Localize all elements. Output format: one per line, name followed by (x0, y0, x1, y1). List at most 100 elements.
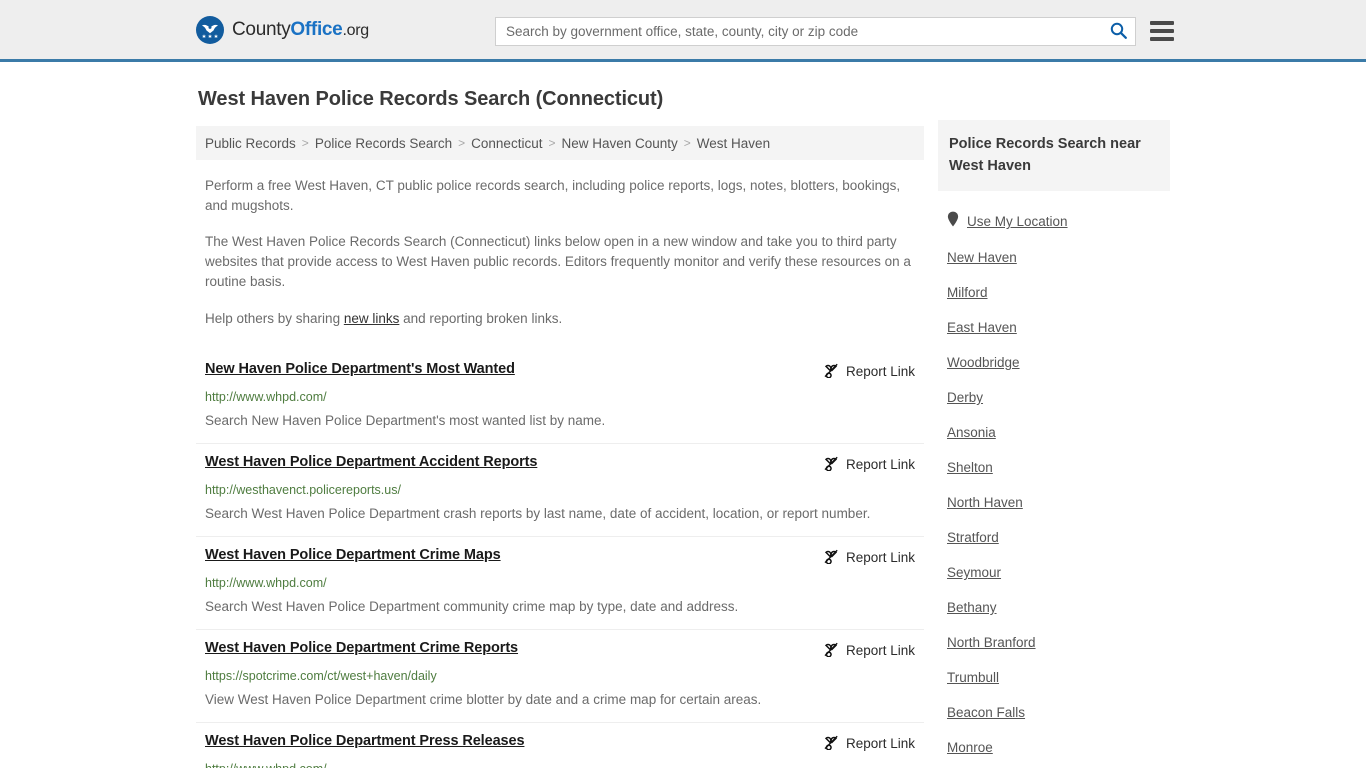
link-header-row: West Haven Police Department Crime Repor… (205, 640, 915, 660)
site-logo-text: CountyOffice.org (232, 19, 369, 41)
main-content: Public Records > Police Records Search >… (196, 126, 924, 768)
list-item: Monroe (947, 722, 1170, 757)
intro-paragraph-3: Help others by sharing new links and rep… (205, 309, 915, 329)
menu-bar-1 (1150, 21, 1174, 25)
sidebar-item-north-haven[interactable]: North Haven (947, 477, 1023, 510)
use-my-location-row[interactable]: Use My Location (947, 191, 1170, 232)
list-item: Ansonia (947, 407, 1170, 442)
search-bar[interactable] (495, 17, 1136, 46)
record-link-url[interactable]: http://westhavenct.policereports.us/ (205, 483, 915, 497)
breadcrumb-item-new-haven-county[interactable]: New Haven County (561, 136, 677, 151)
list-item: West Haven Police Department Crime Maps … (196, 536, 924, 629)
list-item: Trumbull (947, 652, 1170, 687)
list-item: Beacon Falls (947, 687, 1170, 722)
menu-bar-2 (1150, 29, 1174, 33)
broken-link-icon (823, 641, 839, 660)
sidebar-item-derby[interactable]: Derby (947, 372, 983, 405)
report-link-label: Report Link (845, 457, 915, 472)
breadcrumb-item-public-records[interactable]: Public Records (205, 136, 296, 151)
search-button[interactable] (1101, 18, 1135, 45)
record-link-url[interactable]: http://www.whpd.com/ (205, 762, 915, 768)
link-header-row: New Haven Police Department's Most Wante… (205, 361, 915, 381)
sidebar-item-trumbull[interactable]: Trumbull (947, 652, 999, 685)
report-link-label: Report Link (845, 550, 915, 565)
sidebar-item-woodbridge[interactable]: Woodbridge (947, 337, 1020, 370)
breadcrumb-separator: > (683, 136, 691, 150)
sidebar-item-stratford[interactable]: Stratford (947, 512, 999, 545)
report-link-label: Report Link (845, 643, 915, 658)
page-title: West Haven Police Records Search (Connec… (198, 88, 664, 110)
site-logo-link[interactable]: CountyOffice.org (196, 15, 369, 44)
link-header-row: West Haven Police Department Crime Maps … (205, 547, 915, 567)
breadcrumb-item-police-records-search[interactable]: Police Records Search (315, 136, 452, 151)
list-item: East Haven (947, 302, 1170, 337)
broken-link-icon (823, 362, 839, 381)
sidebar-item-monroe[interactable]: Monroe (947, 722, 993, 755)
list-item: Milford (947, 267, 1170, 302)
list-item: Bethany (947, 582, 1170, 617)
nearby-sidebar: Police Records Search near West Haven Us… (938, 120, 1170, 757)
list-item: West Haven Police Department Accident Re… (196, 443, 924, 536)
record-link-url[interactable]: http://www.whpd.com/ (205, 390, 915, 404)
sidebar-item-beacon-falls[interactable]: Beacon Falls (947, 687, 1025, 720)
link-header-row: West Haven Police Department Accident Re… (205, 454, 915, 474)
records-link-list: New Haven Police Department's Most Wante… (196, 351, 924, 768)
report-link-button[interactable]: Report Link (823, 455, 915, 474)
link-header-row: West Haven Police Department Press Relea… (205, 733, 915, 753)
use-my-location-link[interactable]: Use My Location (967, 214, 1068, 229)
search-input[interactable] (496, 18, 1101, 45)
intro-paragraph-2: The West Haven Police Records Search (Co… (205, 234, 911, 289)
record-link-url[interactable]: https://spotcrime.com/ct/west+haven/dail… (205, 669, 915, 683)
map-pin-icon (947, 211, 959, 232)
brand-part-tld: .org (342, 21, 369, 39)
list-item: Derby (947, 372, 1170, 407)
sidebar-item-milford[interactable]: Milford (947, 267, 988, 300)
record-link-title[interactable]: West Haven Police Department Press Relea… (205, 733, 525, 749)
brand-part-county: County (232, 18, 291, 40)
site-header: CountyOffice.org (0, 0, 1366, 62)
hamburger-menu-icon[interactable] (1150, 21, 1174, 41)
report-link-button[interactable]: Report Link (823, 362, 915, 381)
record-link-description: Search West Haven Police Department cras… (205, 506, 871, 521)
list-item: New Haven (947, 232, 1170, 267)
breadcrumb-item-connecticut[interactable]: Connecticut (471, 136, 542, 151)
report-link-button[interactable]: Report Link (823, 641, 915, 660)
sidebar-item-shelton[interactable]: Shelton (947, 442, 993, 475)
sidebar-title: Police Records Search near West Haven (938, 120, 1170, 191)
breadcrumb: Public Records > Police Records Search >… (196, 126, 924, 160)
record-link-title[interactable]: West Haven Police Department Crime Repor… (205, 640, 518, 656)
report-link-label: Report Link (845, 364, 915, 379)
sidebar-item-bethany[interactable]: Bethany (947, 582, 997, 615)
list-item: New Haven Police Department's Most Wante… (196, 351, 924, 443)
intro-p3-before: Help others by sharing (205, 311, 344, 326)
intro-p3-after: and reporting broken links. (399, 311, 563, 326)
record-link-description: Search West Haven Police Department comm… (205, 599, 739, 614)
record-link-title[interactable]: New Haven Police Department's Most Wante… (205, 361, 515, 377)
list-item: Seymour (947, 547, 1170, 582)
list-item: North Branford (947, 617, 1170, 652)
list-item: West Haven Police Department Press Relea… (196, 722, 924, 768)
sidebar-city-list: Use My Location New Haven Milford East H… (938, 191, 1170, 757)
sidebar-item-ansonia[interactable]: Ansonia (947, 407, 996, 440)
record-link-description: Search New Haven Police Department's mos… (205, 413, 606, 428)
intro-text: Perform a free West Haven, CT public pol… (196, 176, 924, 329)
sidebar-item-seymour[interactable]: Seymour (947, 547, 1001, 580)
report-link-button[interactable]: Report Link (823, 734, 915, 753)
intro-paragraph-1: Perform a free West Haven, CT public pol… (205, 178, 901, 213)
record-link-url[interactable]: http://www.whpd.com/ (205, 576, 915, 590)
list-item: West Haven Police Department Crime Repor… (196, 629, 924, 722)
record-link-title[interactable]: West Haven Police Department Crime Maps (205, 547, 501, 563)
record-link-title[interactable]: West Haven Police Department Accident Re… (205, 454, 537, 470)
broken-link-icon (823, 455, 839, 474)
list-item: North Haven (947, 477, 1170, 512)
sidebar-item-north-branford[interactable]: North Branford (947, 617, 1036, 650)
report-link-button[interactable]: Report Link (823, 548, 915, 567)
sidebar-item-new-haven[interactable]: New Haven (947, 232, 1017, 265)
report-link-label: Report Link (845, 736, 915, 751)
sidebar-item-east-haven[interactable]: East Haven (947, 302, 1017, 335)
new-links-link[interactable]: new links (344, 311, 400, 326)
list-item: Stratford (947, 512, 1170, 547)
brand-part-office: Office (290, 18, 343, 40)
menu-bar-3 (1150, 37, 1174, 41)
breadcrumb-item-west-haven[interactable]: West Haven (697, 136, 770, 151)
